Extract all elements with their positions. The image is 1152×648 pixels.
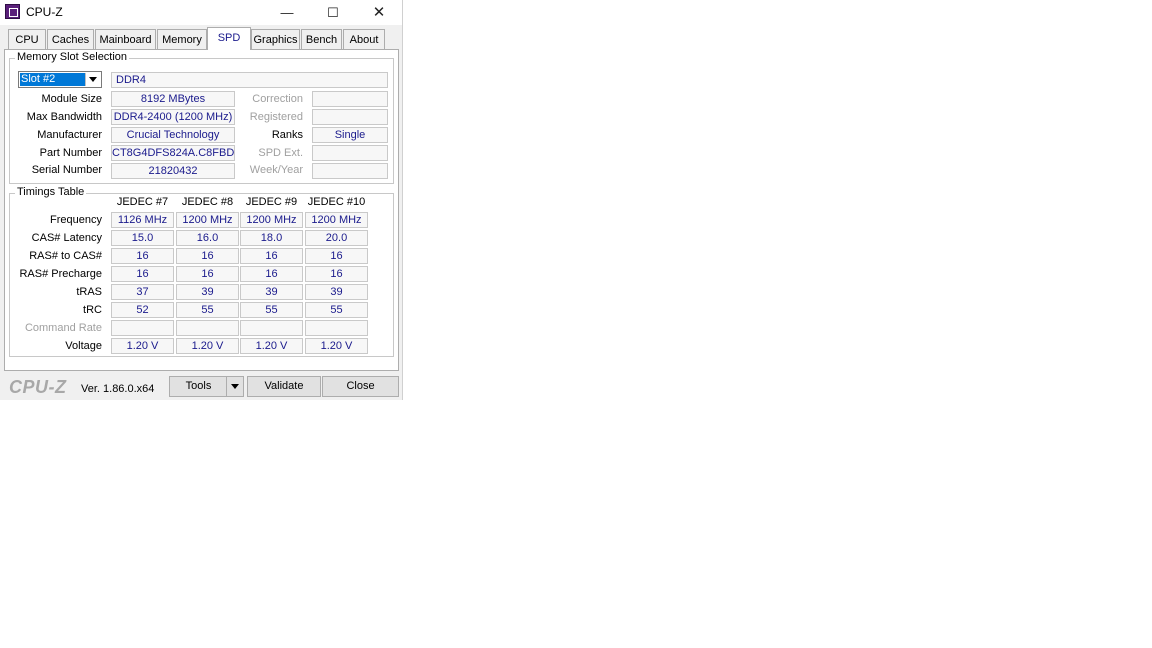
registered-label: Registered: [249, 111, 303, 123]
tab-cpu[interactable]: CPU: [8, 29, 46, 49]
timing-row-label: Command Rate: [24, 322, 102, 334]
cpuz-logo: CPU-Z: [9, 377, 67, 397]
slot-select[interactable]: Slot #2: [18, 71, 102, 88]
max-bandwidth-label: Max Bandwidth: [26, 111, 102, 123]
correction-value: [312, 91, 388, 107]
tab-about[interactable]: About: [343, 29, 385, 49]
part-number-label: Part Number: [39, 147, 102, 159]
spd-ext-value: [312, 145, 388, 161]
timing-cell: 16: [111, 266, 174, 282]
timing-cell: 55: [240, 302, 303, 318]
timing-cell: 55: [305, 302, 368, 318]
slot-select-value: Slot #2: [20, 73, 85, 86]
week-year-value: [312, 163, 388, 179]
timing-cell: 16: [240, 248, 303, 264]
timing-cell: 16: [111, 248, 174, 264]
validate-button[interactable]: Validate: [247, 376, 321, 397]
caret-down-icon: [231, 384, 239, 389]
timing-cell: 16: [305, 266, 368, 282]
minimize-button[interactable]: —: [264, 0, 310, 25]
timing-row-label: Voltage: [65, 340, 102, 352]
memory-slot-selection-title: Memory Slot Selection: [15, 51, 130, 63]
timing-cell: [240, 320, 303, 336]
timing-cell: 15.0: [111, 230, 174, 246]
cpuz-app-icon: [5, 4, 20, 19]
chevron-down-icon[interactable]: [85, 73, 100, 86]
timing-cell: 1200 MHz: [240, 212, 303, 228]
timings-table-title: Timings Table: [15, 186, 87, 198]
timing-row-label: RAS# Precharge: [19, 268, 102, 280]
timing-cell: 16: [176, 266, 239, 282]
tab-spd[interactable]: SPD: [207, 27, 251, 50]
timing-cell: [111, 320, 174, 336]
timing-cell: 16: [176, 248, 239, 264]
timing-cell: 1.20 V: [240, 338, 303, 354]
close-button[interactable]: Close: [322, 376, 399, 397]
timing-cell: 1200 MHz: [176, 212, 239, 228]
timing-cell: 20.0: [305, 230, 368, 246]
ranks-label: Ranks: [271, 129, 303, 141]
ranks-value: Single: [312, 127, 388, 143]
timing-cell: 1.20 V: [176, 338, 239, 354]
timing-cell: 1.20 V: [111, 338, 174, 354]
timing-cell: 52: [111, 302, 174, 318]
tab-mainboard[interactable]: Mainboard: [95, 29, 156, 49]
timing-cell: 39: [240, 284, 303, 300]
title-bar: CPU-Z — ☐ ✕: [0, 0, 402, 25]
timing-cell: 1126 MHz: [111, 212, 174, 228]
timing-cell: 16: [305, 248, 368, 264]
timing-cell: 18.0: [240, 230, 303, 246]
timings-column-header: JEDEC #10: [307, 196, 366, 208]
cpuz-window: CPU-Z — ☐ ✕ CPU Caches Mainboard Memory …: [0, 0, 403, 400]
serial-number-label: Serial Number: [31, 164, 102, 176]
tab-caches[interactable]: Caches: [47, 29, 94, 49]
max-bandwidth-value: DDR4-2400 (1200 MHz): [111, 109, 235, 125]
memory-type-field: DDR4: [111, 72, 388, 88]
timing-row-label: tRAS: [76, 286, 102, 298]
timing-cell: [176, 320, 239, 336]
spd-ext-label: SPD Ext.: [258, 147, 303, 159]
timing-row-label: CAS# Latency: [31, 232, 102, 244]
tab-graphics[interactable]: Graphics: [251, 29, 300, 49]
timing-cell: 39: [305, 284, 368, 300]
timing-cell: 16.0: [176, 230, 239, 246]
timings-column-header: JEDEC #8: [181, 196, 234, 208]
maximize-button[interactable]: ☐: [310, 0, 356, 25]
timing-cell: [305, 320, 368, 336]
manufacturer-label: Manufacturer: [37, 129, 102, 141]
timing-cell: 39: [176, 284, 239, 300]
tools-dropdown-button[interactable]: [226, 376, 244, 397]
correction-label: Correction: [252, 93, 303, 105]
version-label: Ver. 1.86.0.x64: [81, 383, 155, 395]
timing-cell: 55: [176, 302, 239, 318]
window-title: CPU-Z: [26, 5, 63, 19]
timings-column-header: JEDEC #7: [116, 196, 169, 208]
timing-cell: 16: [240, 266, 303, 282]
serial-number-value: 21820432: [111, 163, 235, 179]
close-window-button[interactable]: ✕: [356, 0, 402, 25]
timing-cell: 1.20 V: [305, 338, 368, 354]
timings-column-header: JEDEC #9: [245, 196, 298, 208]
timing-cell: 37: [111, 284, 174, 300]
timing-cell: 1200 MHz: [305, 212, 368, 228]
week-year-label: Week/Year: [249, 164, 303, 176]
timing-row-label: tRC: [83, 304, 102, 316]
tools-button[interactable]: Tools: [169, 376, 228, 397]
tab-bench[interactable]: Bench: [301, 29, 342, 49]
manufacturer-value: Crucial Technology: [111, 127, 235, 143]
part-number-value: CT8G4DFS824A.C8FBD: [111, 145, 235, 161]
timing-row-label: Frequency: [50, 214, 102, 226]
module-size-label: Module Size: [41, 93, 102, 105]
timing-row-label: RAS# to CAS#: [29, 250, 102, 262]
tab-memory[interactable]: Memory: [157, 29, 207, 49]
module-size-value: 8192 MBytes: [111, 91, 235, 107]
registered-value: [312, 109, 388, 125]
